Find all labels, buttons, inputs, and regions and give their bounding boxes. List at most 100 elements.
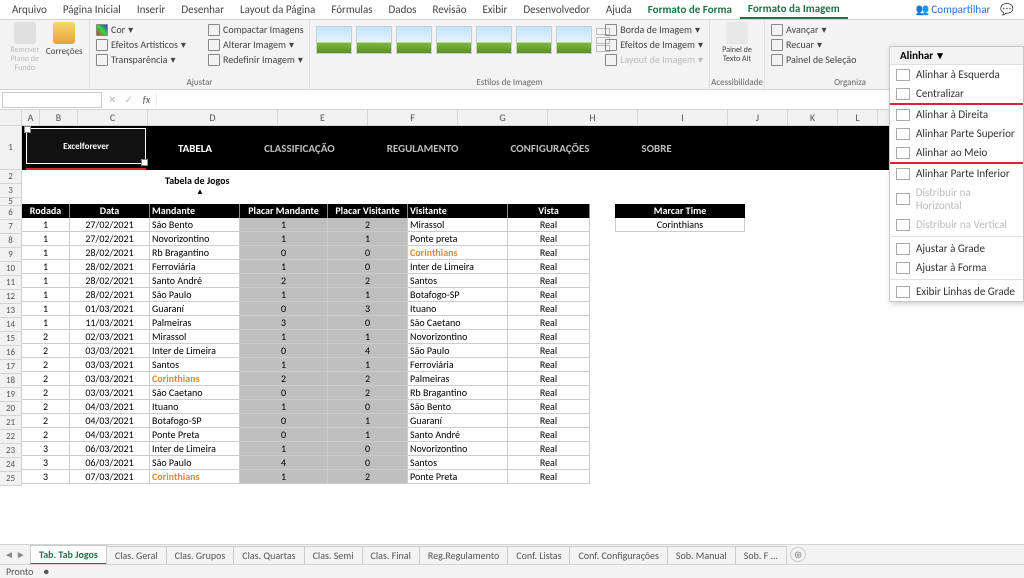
corrections-button[interactable]: Correções	[46, 22, 84, 73]
col-C[interactable]: C	[78, 110, 148, 125]
menu-revisao[interactable]: Revisão	[424, 1, 474, 18]
col-G[interactable]: G	[458, 110, 548, 125]
menu-pagina-inicial[interactable]: Página Inicial	[55, 1, 129, 18]
picture-border-button[interactable]: Borda de Imagem ▾	[605, 22, 703, 37]
table-row[interactable]: 306/03/2021Inter de Limeira10Novorizonti…	[22, 442, 590, 456]
sheet-tab-regulamento[interactable]: Reg.Regulamento	[419, 546, 508, 564]
table-row[interactable]: 203/03/2021Santos11FerroviáriaReal	[22, 358, 590, 372]
table-row[interactable]: 128/02/2021Ferroviária10Inter de Limeira…	[22, 260, 590, 274]
formula-bar: ✕ ✓ fx	[0, 90, 1024, 110]
snap-to-grid-item[interactable]: Ajustar à Grade	[890, 239, 1023, 258]
table-row[interactable]: 204/03/2021Ponte Preta01Santo AndréReal	[22, 428, 590, 442]
sheet-tab-manual[interactable]: Sob. Manual	[667, 546, 736, 564]
tab-prev-icon[interactable]: ◄	[4, 548, 14, 561]
align-center-item[interactable]: Centralizar	[890, 84, 1023, 103]
subtitle: Tabela de Jogos	[165, 174, 230, 187]
menu-arquivo[interactable]: Arquivo	[4, 1, 55, 18]
add-sheet-button[interactable]: ⊕	[790, 547, 806, 562]
sheet-tab-jogos[interactable]: Tab. Tab Jogos	[30, 545, 107, 565]
table-row[interactable]: 203/03/2021Inter de Limeira04São PauloRe…	[22, 344, 590, 358]
align-left-item[interactable]: Alinhar à Esquerda	[890, 65, 1023, 84]
table-row[interactable]: 127/02/2021Novorizontino11Ponte pretaRea…	[22, 232, 590, 246]
align-right-item[interactable]: Alinhar à Direita	[890, 105, 1023, 124]
table-row[interactable]: 128/02/2021São Paulo11Botafogo-SPReal	[22, 288, 590, 302]
triangle-marker: ▲	[196, 187, 204, 197]
table-row[interactable]: 306/03/2021São Paulo40SantosReal	[22, 456, 590, 470]
change-image-button[interactable]: Alterar Imagem ▾	[208, 37, 304, 52]
table-row[interactable]: 101/03/2021Guaraní03ItuanoReal	[22, 302, 590, 316]
menu-ajuda[interactable]: Ajuda	[598, 1, 640, 18]
sheet-tab-semi[interactable]: Clas. Semi	[304, 546, 363, 564]
menu-formato-imagem[interactable]: Formato da Imagem	[740, 0, 848, 19]
tab-classificacao[interactable]: CLASSIFICAÇÃO	[258, 142, 341, 155]
marcar-time-value[interactable]: Corinthians	[615, 218, 745, 232]
col-H[interactable]: H	[548, 110, 638, 125]
picture-effects-button[interactable]: Efeitos de Imagem ▾	[605, 37, 703, 52]
comments-icon[interactable]: 💬	[994, 3, 1020, 16]
col-A[interactable]: A	[22, 110, 40, 125]
tab-regulamento[interactable]: REGULAMENTO	[381, 142, 465, 155]
col-B[interactable]: B	[40, 110, 78, 125]
app-navbar: TABELA CLASSIFICAÇÃO REGULAMENTO CONFIGU…	[22, 126, 1024, 170]
table-row[interactable]: 204/03/2021Botafogo-SP01GuaraníReal	[22, 414, 590, 428]
col-E[interactable]: E	[278, 110, 368, 125]
align-middle-item[interactable]: Alinhar ao Meio	[890, 143, 1023, 162]
snap-to-shape-item[interactable]: Ajustar à Forma	[890, 258, 1023, 277]
games-table: Rodada Data Mandante Placar Mandante Pla…	[22, 204, 590, 484]
tab-sobre[interactable]: SOBRE	[635, 142, 677, 155]
align-top-item[interactable]: Alinhar Parte Superior	[890, 124, 1023, 143]
table-row[interactable]: 127/02/2021São Bento12MirassolReal	[22, 218, 590, 232]
align-dropdown-header[interactable]: Alinhar ▾	[890, 47, 1023, 65]
menu-desenvolvedor[interactable]: Desenvolvedor	[515, 1, 598, 18]
menu-formato-forma[interactable]: Formato de Forma	[640, 1, 740, 18]
sheet-tab-listas[interactable]: Conf. Listas	[507, 546, 570, 564]
marcar-time-header: Marcar Time	[615, 204, 745, 218]
marcar-time-panel: Marcar Time Corinthians	[615, 204, 745, 232]
table-row[interactable]: 204/03/2021Ituano10São BentoReal	[22, 400, 590, 414]
select-all-corner[interactable]	[0, 110, 22, 125]
share-button[interactable]: 👥Compartilhar	[916, 3, 991, 16]
align-bottom-item[interactable]: Alinhar Parte Inferior	[890, 164, 1023, 183]
table-row[interactable]: 202/03/2021Mirassol11NovorizontinoReal	[22, 330, 590, 344]
col-L[interactable]: L	[838, 110, 878, 125]
table-row[interactable]: 128/02/2021Rb Bragantino00CorinthiansRea…	[22, 246, 590, 260]
col-D[interactable]: D	[148, 110, 278, 125]
menu-inserir[interactable]: Inserir	[129, 1, 174, 18]
table-row[interactable]: 203/03/2021São Caetano02Rb BragantinoRea…	[22, 386, 590, 400]
col-J[interactable]: J	[728, 110, 788, 125]
menu-formulas[interactable]: Fórmulas	[323, 1, 380, 18]
name-box[interactable]	[2, 92, 102, 108]
col-I[interactable]: I	[638, 110, 728, 125]
distribute-horizontal-item: Distribuir na Horizontal	[890, 183, 1023, 215]
tab-tabela[interactable]: TABELA	[172, 142, 218, 155]
sheet-tab-config[interactable]: Conf. Configurações	[569, 546, 667, 564]
sheet-tab-more[interactable]: Sob. F ...	[735, 546, 787, 564]
tab-next-icon[interactable]: ►	[16, 548, 26, 561]
fx-label[interactable]: fx	[137, 93, 156, 106]
compact-images-button[interactable]: Compactar Imagens	[208, 22, 304, 37]
group-label-estilos: Estilos de Imagem	[310, 77, 709, 88]
alt-text-button[interactable]: Painel de Texto Alt	[716, 22, 758, 64]
table-row[interactable]: 111/03/2021Palmeiras30São CaetanoReal	[22, 316, 590, 330]
menu-layout-pagina[interactable]: Layout da Página	[232, 1, 323, 18]
record-macro-icon[interactable]: ⏺	[44, 565, 49, 578]
tab-configuracoes[interactable]: CONFIGURAÇÕES	[504, 142, 595, 155]
col-F[interactable]: F	[368, 110, 458, 125]
reset-image-button[interactable]: Redefinir Imagem ▾	[208, 52, 304, 67]
status-bar: Pronto ⏺	[0, 564, 1024, 578]
bring-forward-button[interactable]: Avançar ▾	[771, 22, 929, 37]
sheet-tab-final[interactable]: Clas. Final	[362, 546, 420, 564]
sheet-area[interactable]: 1 2 3 5 6 7 8 9 10 11 12 13 14 15 16 17 …	[0, 126, 1024, 526]
sheet-tab-grupos[interactable]: Clas. Grupos	[166, 546, 235, 564]
table-row[interactable]: 307/03/2021Corinthians12Ponte PretaReal	[22, 470, 590, 484]
sheet-tab-geral[interactable]: Clas. Geral	[106, 546, 167, 564]
show-gridlines-item[interactable]: Exibir Linhas de Grade	[890, 282, 1023, 301]
table-row[interactable]: 128/02/2021Santo André22SantosReal	[22, 274, 590, 288]
menu-desenhar[interactable]: Desenhar	[173, 1, 232, 18]
col-K[interactable]: K	[788, 110, 838, 125]
menu-exibir[interactable]: Exibir	[475, 1, 516, 18]
sheet-tab-quartas[interactable]: Clas. Quartas	[233, 546, 304, 564]
menu-dados[interactable]: Dados	[381, 1, 425, 18]
table-row[interactable]: 203/03/2021Corinthians22PalmeirasReal	[22, 372, 590, 386]
logo-image[interactable]: Excelforever	[26, 128, 146, 164]
